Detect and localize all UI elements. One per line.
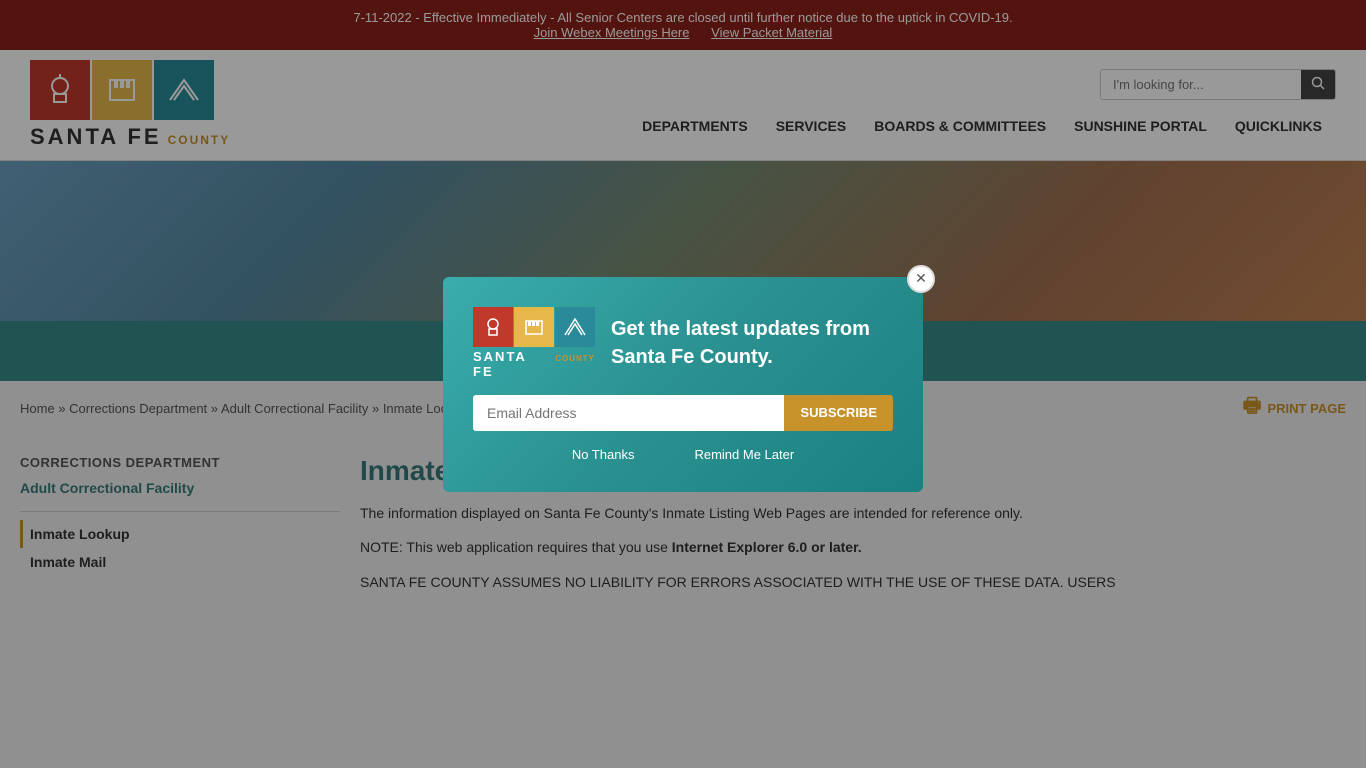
modal-remind-later-link[interactable]: Remind Me Later [694,447,794,462]
modal-close-button[interactable]: ✕ [907,265,935,293]
modal-logo-text: SANTA FE [473,349,552,379]
modal-no-thanks-link[interactable]: No Thanks [572,447,635,462]
modal-logo-yellow [514,307,554,347]
modal-form: SUBSCRIBE [473,395,893,431]
modal-overlay: ✕ [0,0,1366,768]
modal-logo-red [473,307,513,347]
modal-links: No Thanks Remind Me Later [473,447,893,462]
modal-subscribe-button[interactable]: SUBSCRIBE [784,395,893,431]
modal-logo-teal [555,307,595,347]
modal-email-input[interactable] [473,395,784,431]
modal-title: Get the latest updates from Santa Fe Cou… [611,315,893,371]
modal-logo-county: COUNTY [555,354,595,363]
modal-header: SANTA FE COUNTY Get the latest updates f… [473,307,893,379]
modal-logo: SANTA FE COUNTY [473,307,595,379]
modal: ✕ [443,277,923,492]
